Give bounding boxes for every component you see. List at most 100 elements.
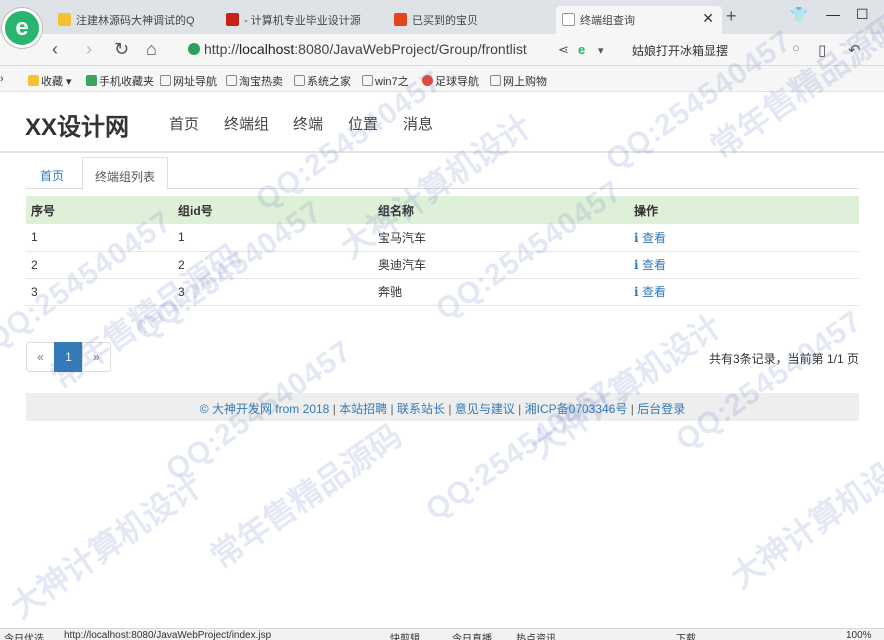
browser-tab-label: 终端组查询	[580, 15, 635, 27]
skin-icon[interactable]: 👕	[790, 6, 807, 23]
watermark-text: 大神计算机设计	[524, 307, 729, 466]
undo-icon[interactable]: ↶	[848, 41, 861, 59]
footer-link-admin-login[interactable]: 后台登录	[637, 402, 685, 416]
table-header-row: 序号 组id号 组名称 操作	[26, 196, 859, 224]
bookmark-mobile[interactable]: 手机收藏夹	[86, 73, 154, 89]
mobile-bookmark-icon	[86, 75, 97, 86]
cell-action: i 查看	[629, 278, 859, 306]
footer-separator: |	[448, 402, 452, 416]
bookmark-nav[interactable]: 网址导航	[160, 73, 217, 89]
view-link[interactable]: i 查看	[634, 285, 666, 299]
watermark-qq: QQ:254540457	[670, 304, 869, 458]
home-icon[interactable]: ⌂	[146, 39, 157, 60]
cell-name: 奥迪汽车	[373, 251, 629, 279]
nav-terminal-group[interactable]: 终端组	[224, 113, 269, 134]
watermark-text: 大神计算机设计	[724, 437, 884, 596]
site-favicon-icon	[226, 13, 239, 26]
footer-link-feedback[interactable]: 意见与建议	[455, 402, 515, 416]
back-icon[interactable]: ‹	[52, 39, 58, 60]
search-text: 姑娘打开冰箱显摆	[632, 44, 729, 58]
browser-tab-1[interactable]: 注建林源码大神调试的Q	[52, 6, 222, 34]
page-icon	[562, 13, 575, 26]
view-link[interactable]: i 查看	[634, 258, 666, 272]
status-live[interactable]: 今日直播	[452, 630, 492, 640]
pagination: « 1 »	[26, 342, 111, 372]
cell-id: 3	[173, 278, 373, 306]
column-header-action: 操作	[629, 196, 859, 224]
nav-location[interactable]: 位置	[348, 113, 378, 134]
status-url: http://localhost:8080/JavaWebProject/ind…	[64, 630, 272, 640]
page-icon	[160, 75, 171, 86]
bookmarks-toggle-icon[interactable]: ›	[0, 73, 4, 85]
footer-link-jobs[interactable]: 本站招聘	[339, 402, 387, 416]
footer-link-icp[interactable]: 湘ICP备0703346号	[525, 402, 628, 416]
site-logo[interactable]: XX设计网	[25, 107, 129, 142]
next-page-button[interactable]: »	[82, 342, 111, 372]
breadcrumb-current: 终端组列表	[82, 157, 169, 190]
star-icon	[58, 13, 71, 26]
bookmark-taobao[interactable]: 淘宝热卖	[226, 73, 283, 89]
prev-page-button[interactable]: «	[26, 342, 55, 372]
share-icon[interactable]: ⋖	[558, 42, 569, 58]
cell-name: 宝马汽车	[373, 224, 629, 252]
footer-separator: |	[332, 402, 336, 416]
status-zoom[interactable]: 100%	[846, 630, 872, 640]
status-deals[interactable]: 今日优选	[4, 630, 44, 640]
bookmark-favorites[interactable]: 收藏 ▾	[28, 73, 72, 89]
bookmark-label: 手机收藏夹	[99, 76, 154, 88]
page-summary: 共有3条记录，当前第 1/1 页	[708, 352, 859, 366]
column-header-seq: 序号	[26, 196, 173, 224]
chevron-down-icon[interactable]: ▾	[598, 44, 604, 57]
browser-tab-2[interactable]: - 计算机专业毕业设计源	[220, 6, 388, 34]
browser-tab-active[interactable]: 终端组查询 ✕	[556, 6, 722, 34]
taobao-favicon-icon	[394, 13, 407, 26]
table-row: 2 2 奥迪汽车 i 查看	[26, 251, 859, 279]
secure-icon	[188, 43, 200, 55]
page-icon	[226, 75, 237, 86]
refresh-icon[interactable]: ↻	[114, 39, 129, 60]
footer-copyright: © 大神开发网 from 2018	[199, 402, 330, 416]
forward-icon[interactable]: ›	[86, 39, 92, 60]
footer-separator: |	[390, 402, 394, 416]
site-footer: © 大神开发网 from 2018 | 本站招聘 | 联系站长 | 意见与建议 …	[26, 393, 859, 421]
table-row: 3 3 奔驰 i 查看	[26, 278, 859, 306]
bookmark-football[interactable]: 足球导航	[422, 73, 479, 89]
search-input[interactable]: 姑娘打开冰箱显摆 ○	[624, 39, 804, 61]
nav-terminal[interactable]: 终端	[293, 113, 323, 134]
bookmark-syszj[interactable]: 系统之家	[294, 73, 351, 89]
status-download[interactable]: 下载	[676, 630, 696, 640]
footer-link-contact[interactable]: 联系站长	[397, 402, 445, 416]
view-link-label: 查看	[642, 258, 667, 272]
new-tab-button[interactable]: +	[726, 6, 737, 27]
address-bar-row: ‹ › ↻ ⌂ http://localhost:8080/JavaWebPro…	[0, 34, 884, 66]
bookmark-label: win7之	[375, 76, 409, 88]
search-icon[interactable]: ○	[792, 40, 800, 55]
browser-mode-icon[interactable]: e	[578, 42, 585, 57]
bookmark-label: 网址导航	[173, 76, 217, 88]
view-link-label: 查看	[642, 230, 667, 245]
page-1-button[interactable]: 1	[54, 342, 83, 372]
footer-separator: |	[630, 402, 634, 416]
cell-seq: 2	[26, 251, 173, 279]
bookmark-label: 系统之家	[307, 76, 351, 88]
watermark-text: 大神计算机设计	[4, 467, 209, 626]
bookmarks-bar: › 收藏 ▾ 手机收藏夹 网址导航 淘宝热卖 系统之家 win7之 足球导航 网…	[0, 66, 884, 92]
view-link[interactable]: i 查看	[634, 231, 666, 245]
minimize-icon[interactable]: —	[826, 6, 840, 22]
bookmark-shopping[interactable]: 网上购物	[490, 73, 547, 89]
nav-message[interactable]: 消息	[403, 113, 433, 134]
browser-logo-icon: e	[2, 8, 42, 48]
breadcrumb-home[interactable]: 首页	[28, 157, 76, 190]
bookmark-win7[interactable]: win7之	[362, 73, 409, 89]
mobile-icon[interactable]: ▯	[818, 41, 826, 59]
cell-seq: 3	[26, 278, 173, 306]
url-field[interactable]: http://localhost:8080/JavaWebProject/Gro…	[184, 39, 614, 61]
maximize-icon[interactable]: ☐	[856, 6, 869, 23]
page-icon	[294, 75, 305, 86]
close-tab-icon[interactable]: ✕	[702, 10, 714, 27]
nav-home[interactable]: 首页	[169, 113, 199, 134]
browser-tab-3[interactable]: 已买到的宝贝	[388, 6, 548, 34]
url-path: :8080/JavaWebProject/Group/frontlist	[294, 41, 527, 57]
status-news[interactable]: 热点资讯	[516, 630, 556, 640]
status-clip[interactable]: 快剪辑	[390, 630, 420, 640]
